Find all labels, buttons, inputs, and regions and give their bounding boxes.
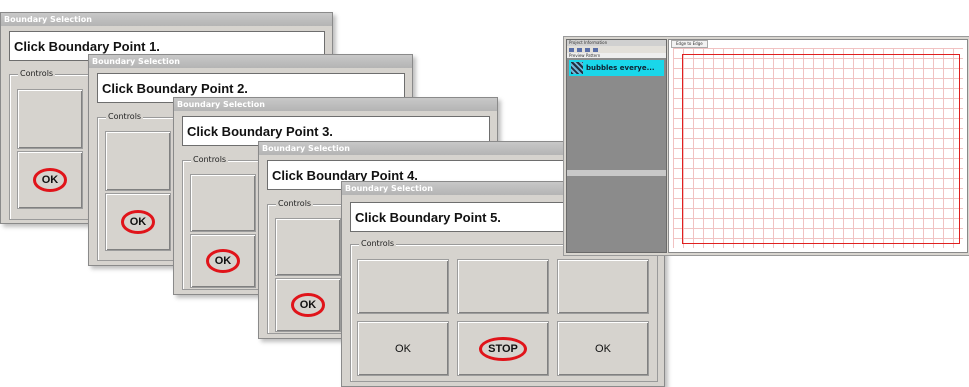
ok-button[interactable]: OK bbox=[357, 321, 449, 376]
ok-button[interactable]: OK bbox=[275, 278, 341, 332]
empty-button[interactable] bbox=[190, 174, 256, 232]
empty-button[interactable] bbox=[105, 131, 171, 191]
app-window: Project Information Preview Pattern bubb… bbox=[563, 36, 969, 256]
dialog-title: Boundary Selection bbox=[1, 13, 332, 26]
stop-button[interactable]: STOP bbox=[457, 321, 549, 376]
empty-button[interactable] bbox=[457, 259, 549, 314]
project-info-panel: Project Information Preview Pattern bubb… bbox=[566, 39, 667, 253]
grid-canvas[interactable]: Edge to Edge bbox=[668, 39, 968, 253]
ok-button[interactable]: OK bbox=[190, 234, 256, 288]
panel-toolbar bbox=[567, 46, 666, 53]
tool-icon[interactable] bbox=[593, 47, 598, 52]
empty-button[interactable] bbox=[275, 218, 341, 276]
dialog-title: Boundary Selection bbox=[89, 55, 412, 68]
tab-edge-to-edge[interactable]: Edge to Edge bbox=[671, 40, 708, 48]
print-icon[interactable] bbox=[585, 47, 590, 52]
ok-label: OK bbox=[595, 342, 611, 355]
dialog-title: Boundary Selection bbox=[259, 142, 580, 155]
panel-splitter[interactable] bbox=[567, 170, 666, 176]
controls-label: Controls bbox=[359, 239, 397, 248]
ok-button[interactable]: OK bbox=[557, 321, 649, 376]
controls-label: Controls bbox=[191, 155, 229, 164]
empty-button[interactable] bbox=[357, 259, 449, 314]
dialog-title: Boundary Selection bbox=[174, 98, 497, 111]
pattern-thumbnail bbox=[571, 62, 583, 74]
ok-button[interactable]: OK bbox=[17, 151, 83, 209]
ok-label: OK bbox=[395, 342, 411, 355]
empty-button[interactable] bbox=[17, 89, 83, 149]
empty-button[interactable] bbox=[557, 259, 649, 314]
ok-label: OK bbox=[205, 249, 241, 273]
stop-label: STOP bbox=[479, 336, 527, 361]
ok-label: OK bbox=[290, 293, 326, 317]
open-icon[interactable] bbox=[577, 47, 582, 52]
ok-label: OK bbox=[32, 168, 68, 192]
ok-label: OK bbox=[120, 210, 156, 234]
controls-label: Controls bbox=[18, 69, 56, 78]
panel-columns: Preview Pattern bbox=[567, 53, 666, 58]
ok-button[interactable]: OK bbox=[105, 193, 171, 251]
boundary-rectangle bbox=[682, 54, 960, 244]
controls-label: Controls bbox=[276, 199, 314, 208]
save-icon[interactable] bbox=[569, 47, 574, 52]
pattern-row[interactable]: bubbles everye... bbox=[569, 60, 664, 76]
controls-label: Controls bbox=[106, 112, 144, 121]
pattern-name: bubbles everye... bbox=[586, 64, 655, 72]
